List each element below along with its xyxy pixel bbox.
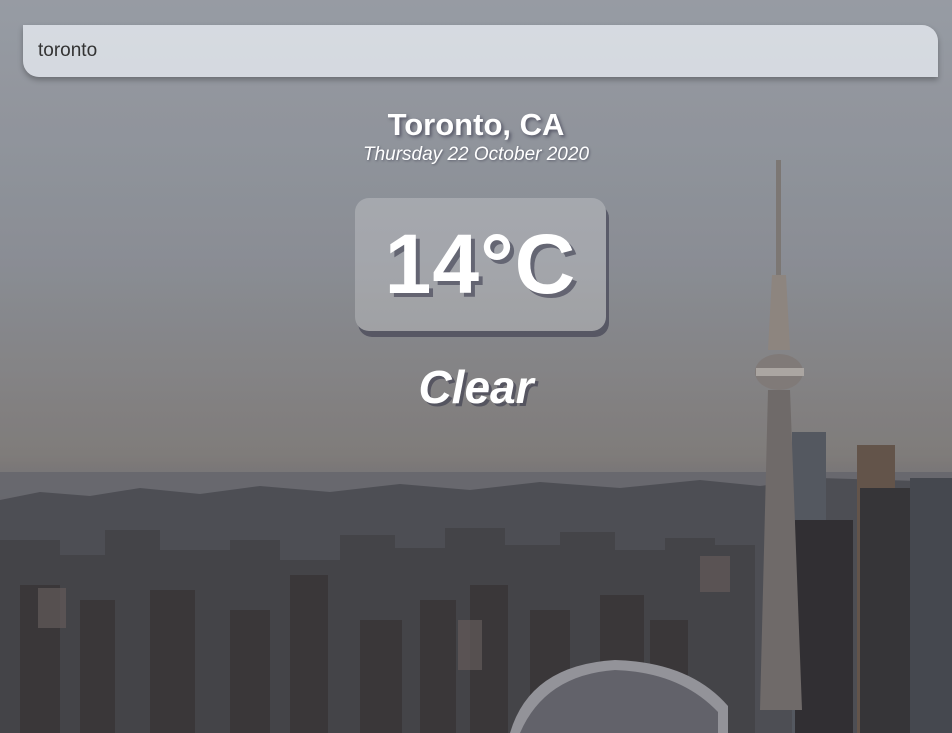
- weather-condition: Clear: [418, 361, 534, 413]
- temperature-box: 14°C: [355, 198, 606, 331]
- temperature-value: 14°C: [384, 217, 577, 311]
- search-input[interactable]: [23, 25, 938, 77]
- current-date: Thursday 22 October 2020: [362, 144, 590, 165]
- search-bar: [23, 25, 938, 77]
- location-title: Toronto, CA: [387, 107, 565, 142]
